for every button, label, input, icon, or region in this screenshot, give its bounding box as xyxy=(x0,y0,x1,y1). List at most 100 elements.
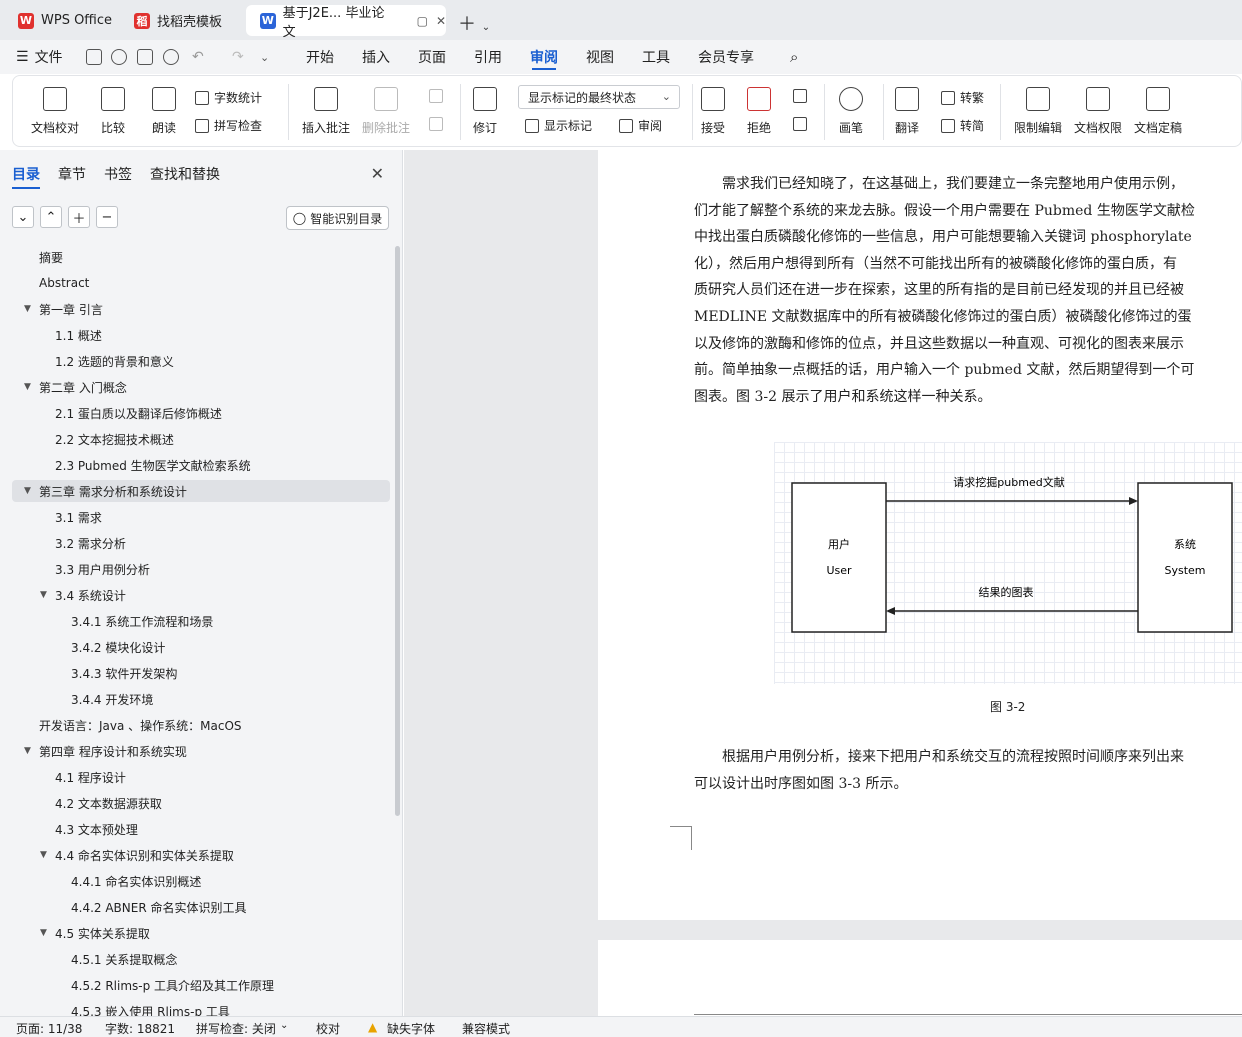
menu-insert[interactable]: 插入 xyxy=(362,40,390,74)
scrollbar[interactable] xyxy=(395,246,400,816)
expand-triangle-icon[interactable]: ▼ xyxy=(24,486,31,496)
next-comment-icon[interactable] xyxy=(429,117,448,131)
revise-button[interactable]: 修订 xyxy=(473,87,497,136)
word-count-button[interactable]: 字数统计 xyxy=(195,89,262,106)
undo-icon[interactable]: ↶ xyxy=(192,40,204,74)
menu-view[interactable]: 视图 xyxy=(586,40,614,74)
menu-member[interactable]: 会员专享 xyxy=(698,40,754,74)
toc-item[interactable]: 摘要 xyxy=(12,246,390,268)
toc-item[interactable]: 2.2 文本挖掘技术概述 xyxy=(12,428,390,450)
toc-item[interactable]: 4.4.1 命名实体识别概述 xyxy=(12,870,390,892)
toc-item[interactable]: ▼ 4.5 实体关系提取 xyxy=(12,922,390,944)
tab-toc[interactable]: 目录 xyxy=(12,164,40,189)
restrict-edit-button[interactable]: 限制编辑 xyxy=(1014,87,1062,136)
insert-comment-button[interactable]: 插入批注 xyxy=(302,87,350,136)
review-pane-button[interactable]: 审阅 xyxy=(619,117,662,134)
toc-item[interactable]: 3.4.3 软件开发架构 xyxy=(12,662,390,684)
preview-icon[interactable] xyxy=(163,49,179,65)
next-change-icon[interactable] xyxy=(793,117,812,131)
close-icon[interactable]: ✕ xyxy=(371,164,384,183)
toc-item[interactable]: 1.1 概述 xyxy=(12,324,390,346)
toc-item[interactable]: 3.1 需求 xyxy=(12,506,390,528)
toc-item[interactable]: ▼ 3.4 系统设计 xyxy=(12,584,390,606)
tab-find-replace[interactable]: 查找和替换 xyxy=(150,164,220,189)
toc-item[interactable]: 2.1 蛋白质以及翻译后修饰概述 xyxy=(12,402,390,424)
menu-review[interactable]: 审阅 xyxy=(530,40,558,74)
toc-item[interactable]: ▼ 4.4 命名实体识别和实体关系提取 xyxy=(12,844,390,866)
collapse-down-icon[interactable]: ⌄ xyxy=(12,206,34,228)
chevron-down-icon[interactable]: ⌄ xyxy=(482,22,490,33)
more-icon[interactable]: ⌄ xyxy=(260,40,269,74)
toc-item[interactable]: 4.2 文本数据源获取 xyxy=(12,792,390,814)
toc-item[interactable]: 4.1 程序设计 xyxy=(12,766,390,788)
spell-check-indicator[interactable]: 拼写检查: 关闭 xyxy=(196,1020,276,1037)
page-indicator[interactable]: 页面: 11/38 xyxy=(16,1020,82,1037)
show-markup-button[interactable]: 显示标记 xyxy=(525,117,592,134)
compare-button[interactable]: 比较 xyxy=(101,87,125,136)
proofread-button[interactable]: 校对 xyxy=(316,1020,340,1037)
toc-item[interactable]: 3.3 用户用例分析 xyxy=(12,558,390,580)
word-count-indicator[interactable]: 字数: 18821 xyxy=(105,1020,175,1037)
smart-toc-button[interactable]: ◯ 智能识别目录 xyxy=(286,206,389,230)
tab-template[interactable]: 稻 找稻壳模板 xyxy=(120,5,242,36)
toc-item[interactable]: ▼ 第四章 程序设计和系统实现 xyxy=(12,740,390,762)
reject-button[interactable]: 拒绝 xyxy=(747,87,771,136)
tab-wps-office[interactable]: W WPS Office xyxy=(4,5,116,36)
markup-dropdown[interactable]: 显示标记的最终状态 ⌄ xyxy=(518,85,680,109)
toc-item[interactable]: Abstract xyxy=(12,272,390,294)
add-icon[interactable]: ＋ xyxy=(68,206,90,228)
expand-triangle-icon[interactable]: ▼ xyxy=(40,928,47,938)
toc-item[interactable]: ▼ 第一章 引言 xyxy=(12,298,390,320)
toc-item[interactable]: ▼ 第二章 入门概念 xyxy=(12,376,390,398)
toc-item[interactable]: 4.3 文本预处理 xyxy=(12,818,390,840)
file-menu[interactable]: ☰ 文件 xyxy=(16,40,63,74)
tab-document[interactable]: W 基于J2E... 毕业论文 ▢ ✕ xyxy=(246,5,446,40)
window-icon[interactable]: ▢ xyxy=(417,14,428,28)
toc-item[interactable]: 3.4.1 系统工作流程和场景 xyxy=(12,610,390,632)
doc-check-button[interactable]: 文档校对 xyxy=(31,87,79,136)
doc-finalize-button[interactable]: 文档定稿 xyxy=(1134,87,1182,136)
toc-item[interactable]: 3.2 需求分析 xyxy=(12,532,390,554)
expand-triangle-icon[interactable]: ▼ xyxy=(40,590,47,600)
to-simplified-button[interactable]: 转简 xyxy=(941,117,984,134)
toc-item[interactable]: 3.4.2 模块化设计 xyxy=(12,636,390,658)
toc-item[interactable]: 开发语言：Java 、操作系统：MacOS xyxy=(12,714,390,736)
toc-item[interactable]: 2.3 Pubmed 生物医学文献检索系统 xyxy=(12,454,390,476)
toc-item[interactable]: 4.5.3 嵌入使用 Rlims-p 工具 xyxy=(12,1000,390,1017)
chevron-down-icon[interactable]: ⌄ xyxy=(280,1020,288,1031)
prev-comment-icon[interactable] xyxy=(429,89,448,103)
translate-button[interactable]: 翻译 xyxy=(895,87,919,136)
toc-item[interactable]: 4.4.2 ABNER 命名实体识别工具 xyxy=(12,896,390,918)
toc-item[interactable]: ▼ 第三章 需求分析和系统设计 xyxy=(12,480,390,502)
redo-icon[interactable]: ↷ xyxy=(232,40,244,74)
toc-item[interactable]: 4.5.1 关系提取概念 xyxy=(12,948,390,970)
to-traditional-button[interactable]: 转繁 xyxy=(941,89,984,106)
remove-icon[interactable]: − xyxy=(96,206,118,228)
expand-triangle-icon[interactable]: ▼ xyxy=(24,304,31,314)
expand-up-icon[interactable]: ⌃ xyxy=(40,206,62,228)
toc-item[interactable]: 4.5.2 Rlims-p 工具介绍及其工作原理 xyxy=(12,974,390,996)
print-icon[interactable] xyxy=(137,49,153,65)
new-tab-icon[interactable]: ＋ ⌄ xyxy=(458,10,490,36)
doc-permission-button[interactable]: 文档权限 xyxy=(1074,87,1122,136)
spell-check-button[interactable]: 拼写检查 xyxy=(195,117,262,134)
expand-triangle-icon[interactable]: ▼ xyxy=(24,746,31,756)
tab-bookmark[interactable]: 书签 xyxy=(104,164,132,189)
menu-reference[interactable]: 引用 xyxy=(474,40,502,74)
pen-button[interactable]: 画笔 xyxy=(839,87,863,136)
expand-triangle-icon[interactable]: ▼ xyxy=(40,850,47,860)
save-icon[interactable] xyxy=(86,49,102,65)
close-icon[interactable]: ✕ xyxy=(436,14,446,28)
tab-chapter[interactable]: 章节 xyxy=(58,164,86,189)
search-icon[interactable]: ⌕ xyxy=(790,40,798,74)
link-icon[interactable] xyxy=(111,49,127,65)
accept-button[interactable]: 接受 xyxy=(701,87,725,136)
prev-change-icon[interactable] xyxy=(793,89,812,103)
menu-tools[interactable]: 工具 xyxy=(642,40,670,74)
toc-item[interactable]: 1.2 选题的背景和意义 xyxy=(12,350,390,372)
expand-triangle-icon[interactable]: ▼ xyxy=(24,382,31,392)
menu-start[interactable]: 开始 xyxy=(306,40,334,74)
missing-font-button[interactable]: 缺失字体 xyxy=(387,1020,435,1037)
toc-item[interactable]: 3.4.4 开发环境 xyxy=(12,688,390,710)
read-aloud-button[interactable]: 朗读 xyxy=(152,87,176,136)
